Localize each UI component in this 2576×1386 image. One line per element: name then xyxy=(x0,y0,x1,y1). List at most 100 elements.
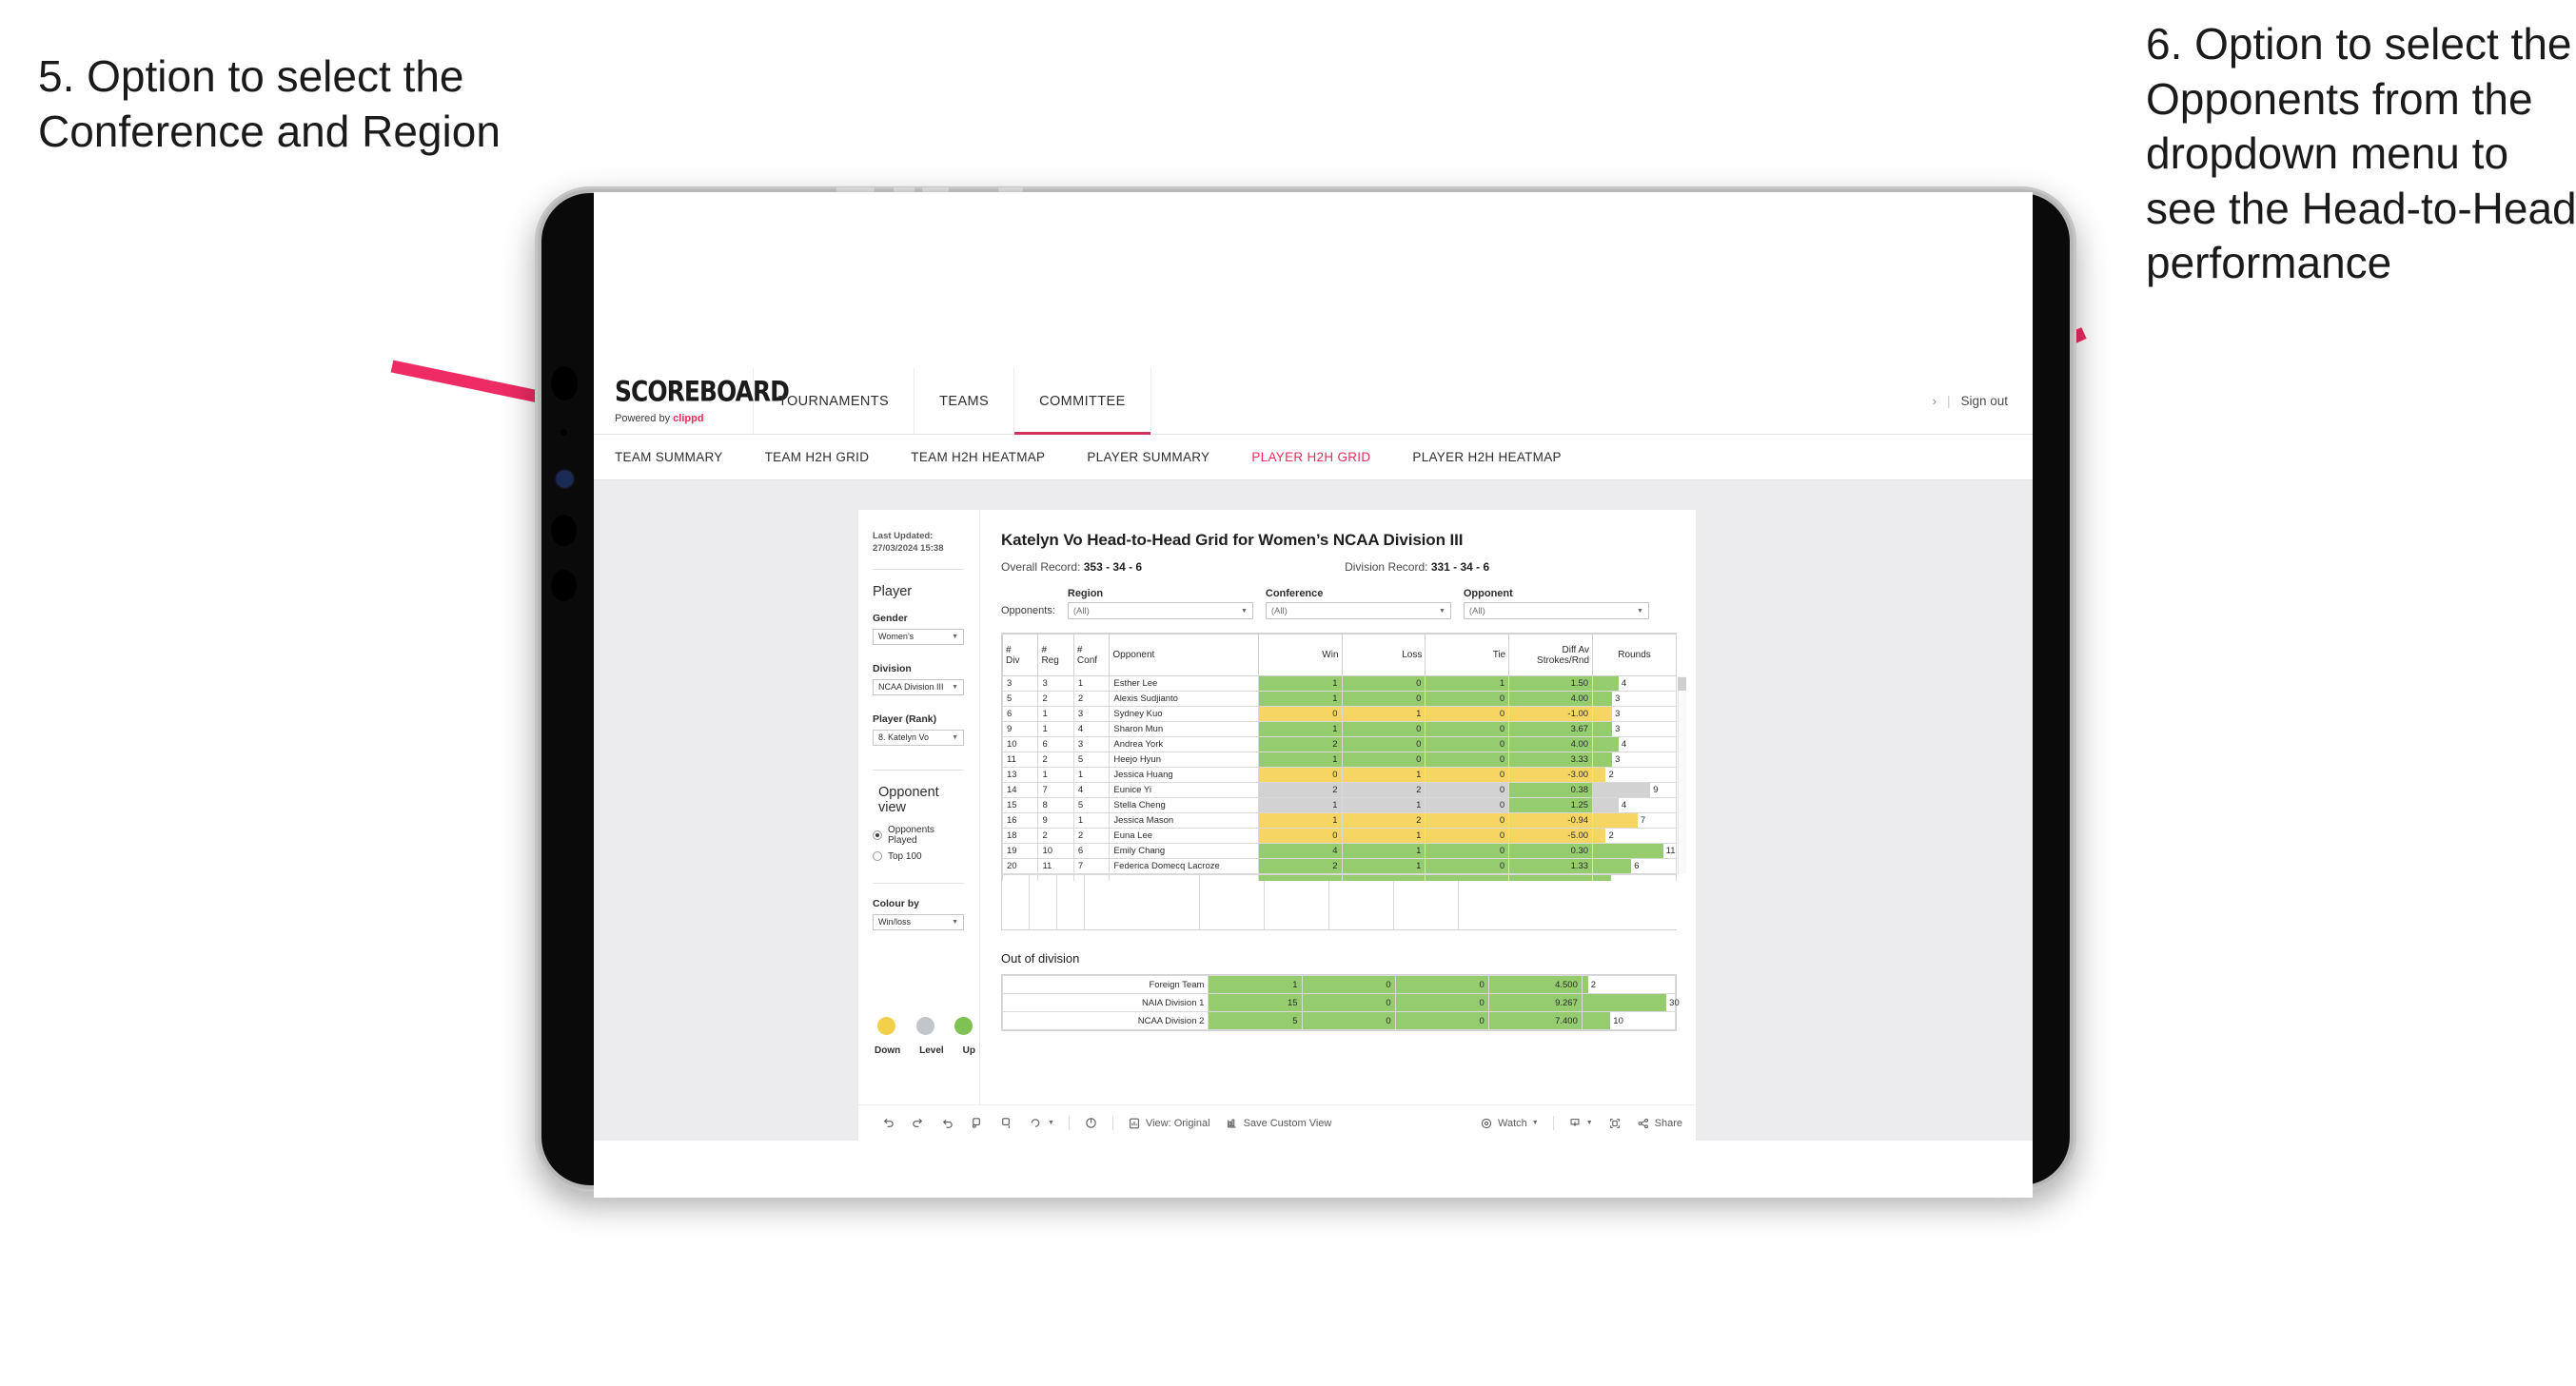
rounds-bar xyxy=(1593,692,1613,706)
nav-tab-tournaments[interactable]: TOURNAMENTS xyxy=(754,368,915,434)
rounds-bar xyxy=(1593,813,1638,828)
rounds-value-label: 3 xyxy=(1615,693,1621,704)
revert-button[interactable] xyxy=(933,1116,962,1130)
table-cell: 1.33 xyxy=(1508,858,1594,874)
table-cell: Alexis Sudjianto xyxy=(1109,691,1259,707)
sub-tab-player-summary[interactable]: PLAYER SUMMARY xyxy=(1066,450,1230,464)
app-logo[interactable]: SCOREBOARD Powered by clippd xyxy=(594,368,790,434)
table-row[interactable]: 14 7 4 Eunice Yi 2 2 0 0.38 9 xyxy=(1001,782,1677,798)
table-cell: 1 xyxy=(1341,797,1426,813)
table-scrollbar-thumb[interactable] xyxy=(1678,677,1686,691)
region-filter-select[interactable]: (All) ▼ xyxy=(1067,602,1253,619)
conference-filter-select[interactable]: (All) ▼ xyxy=(1265,602,1451,619)
colour-by-select[interactable]: Win/loss ▼ xyxy=(873,913,964,930)
table-cell: 0 xyxy=(1341,736,1426,752)
viz-toolbar: ▼ View: Original Save Custom View Watch … xyxy=(858,1104,1696,1141)
rounds-bar xyxy=(1593,768,1606,782)
column-header-rounds[interactable]: Rounds xyxy=(1592,634,1677,676)
radio-opponents-played[interactable]: Opponents Played xyxy=(873,825,964,846)
view-original-button[interactable]: View: Original xyxy=(1120,1117,1218,1130)
column-header-opponent[interactable]: Opponent xyxy=(1109,634,1259,676)
watch-button[interactable]: Watch ▼ xyxy=(1472,1117,1546,1130)
column-header-diff-av-strokes-rnd[interactable]: Diff Av Strokes/Rnd xyxy=(1508,634,1594,676)
table-row[interactable]: 5 2 2 Alexis Sudjianto 1 0 0 4.00 3 xyxy=(1001,691,1677,707)
rounds-bar-cell: 3 xyxy=(1592,752,1677,768)
ood-table-row[interactable]: NCAA Division 2 5 0 0 7.400 10 xyxy=(1001,1011,1677,1030)
ood-table-row[interactable]: NAIA Division 1 15 0 0 9.267 30 xyxy=(1001,993,1680,1012)
table-row[interactable]: 11 2 5 Heejo Hyun 1 0 0 3.33 3 xyxy=(1001,752,1677,768)
sub-tab-player-h2h-heatmap[interactable]: PLAYER H2H HEATMAP xyxy=(1391,450,1582,464)
column-header-div[interactable]: # Div xyxy=(1001,634,1039,676)
undo-button[interactable] xyxy=(874,1116,903,1130)
opponent-filter-select[interactable]: (All) ▼ xyxy=(1463,602,1649,619)
pause-button[interactable] xyxy=(992,1116,1021,1130)
player-rank-select[interactable]: 8. Katelyn Vo ▼ xyxy=(873,729,964,746)
dashboard-main-pane: Katelyn Vo Head-to-Head Grid for Women’s… xyxy=(980,510,1696,1111)
dashboard-area: Last Updated: 27/03/2024 15:38 Player Ge… xyxy=(594,480,2033,1141)
sign-out-link[interactable]: Sign out xyxy=(1960,394,2008,408)
table-cell: 0.38 xyxy=(1508,782,1594,798)
nav-tab-teams[interactable]: TEAMS xyxy=(914,368,1015,434)
ood-rounds-bar-cell: 30 xyxy=(1581,993,1680,1012)
table-cell: 0 xyxy=(1425,736,1510,752)
table-body: 3 3 1 Esther Lee 1 0 1 1.50 4 5 2 2 Alexis Sudjianto… xyxy=(1001,675,1677,874)
ood-cell: 4.500 xyxy=(1487,975,1583,994)
table-cell: 0 xyxy=(1341,721,1426,737)
table-cell: 1 xyxy=(1257,797,1343,813)
rounds-value-label: 4 xyxy=(1621,800,1627,810)
ood-cell: 0 xyxy=(1301,993,1396,1012)
sub-tab-team-h2h-grid[interactable]: TEAM H2H GRID xyxy=(744,450,891,464)
gender-select[interactable]: Women’s ▼ xyxy=(873,628,964,645)
table-scrollbar-track[interactable] xyxy=(1678,676,1686,874)
pause-refresh-button[interactable] xyxy=(1076,1116,1106,1130)
ood-table-row[interactable]: Foreign Team 1 0 0 4.500 2 xyxy=(1001,975,1677,994)
powered-by-text: Powered by xyxy=(615,413,674,424)
save-custom-view-button[interactable]: Save Custom View xyxy=(1218,1117,1340,1130)
legend-label-up: Up xyxy=(962,1045,975,1056)
ood-table: Foreign Team 1 0 0 4.500 2 NAIA Division 1 15 0 0… xyxy=(1001,975,1680,1030)
fullscreen-button[interactable] xyxy=(1601,1117,1629,1130)
table-cell: Jessica Huang xyxy=(1109,767,1259,783)
table-row[interactable]: 13 1 1 Jessica Huang 0 1 0 -3.00 2 xyxy=(1001,767,1677,783)
radio-top-100[interactable]: Top 100 xyxy=(873,851,964,862)
refresh-button[interactable] xyxy=(962,1116,992,1130)
rounds-value-label: 4 xyxy=(1621,678,1627,689)
share-label: Share xyxy=(1654,1117,1682,1129)
chevron-down-icon: ▼ xyxy=(952,733,958,741)
redo-button[interactable] xyxy=(903,1116,933,1130)
share-button[interactable]: Share xyxy=(1629,1117,1696,1130)
table-row[interactable]: 3 3 1 Esther Lee 1 0 1 1.50 4 xyxy=(1001,675,1677,692)
rounds-bar-cell: 4 xyxy=(1592,736,1677,752)
rounds-bar xyxy=(1593,707,1613,721)
undo-alt-button[interactable]: ▼ xyxy=(1021,1116,1062,1130)
table-cell: 18 xyxy=(1001,828,1039,844)
download-button[interactable]: ▼ xyxy=(1561,1117,1601,1130)
nav-tab-committee[interactable]: COMMITTEE xyxy=(1014,368,1151,435)
sensor-icon xyxy=(560,429,567,436)
column-header-tie[interactable]: Tie xyxy=(1425,634,1510,676)
table-cell: 0 xyxy=(1425,828,1510,844)
table-cell: 4.00 xyxy=(1508,691,1594,707)
table-row[interactable]: 15 8 5 Stella Cheng 1 1 0 1.25 4 xyxy=(1001,797,1677,813)
sub-tab-team-summary[interactable]: TEAM SUMMARY xyxy=(615,450,744,464)
column-header-conf[interactable]: # Conf xyxy=(1072,634,1111,676)
sub-tab-team-h2h-heatmap[interactable]: TEAM H2H HEATMAP xyxy=(890,450,1066,464)
table-row[interactable]: 9 1 4 Sharon Mun 1 0 0 3.67 3 xyxy=(1001,721,1677,737)
column-header-win[interactable]: Win xyxy=(1257,634,1343,676)
sub-tab-player-h2h-grid[interactable]: PLAYER H2H GRID xyxy=(1230,450,1391,464)
table-cell: 3.33 xyxy=(1508,752,1594,768)
table-row[interactable]: 18 2 2 Euna Lee 0 1 0 -5.00 2 xyxy=(1001,828,1677,844)
table-row[interactable]: 6 1 3 Sydney Kuo 0 1 0 -1.00 3 xyxy=(1001,706,1677,722)
table-row[interactable]: 10 6 3 Andrea York 2 0 0 4.00 4 xyxy=(1001,736,1677,752)
table-cell: 2 xyxy=(1341,812,1426,829)
table-cell: 1 xyxy=(1072,767,1111,783)
table-row[interactable]: 16 9 1 Jessica Mason 1 2 0 -0.94 7 xyxy=(1001,812,1677,829)
table-row[interactable]: 20 11 7 Federica Domecq Lacroze 2 1 0 1.33 6 xyxy=(1001,858,1677,874)
table-cell: 0 xyxy=(1341,752,1426,768)
division-select[interactable]: NCAA Division III ▼ xyxy=(873,678,964,695)
column-header-loss[interactable]: Loss xyxy=(1341,634,1426,676)
column-header-reg[interactable]: # Reg xyxy=(1037,634,1074,676)
table-row[interactable]: 19 10 6 Emily Chang 4 1 0 0.30 11 xyxy=(1001,843,1677,859)
chevron-right-icon[interactable]: › xyxy=(1933,394,1937,408)
table-cell: 1 xyxy=(1257,721,1343,737)
